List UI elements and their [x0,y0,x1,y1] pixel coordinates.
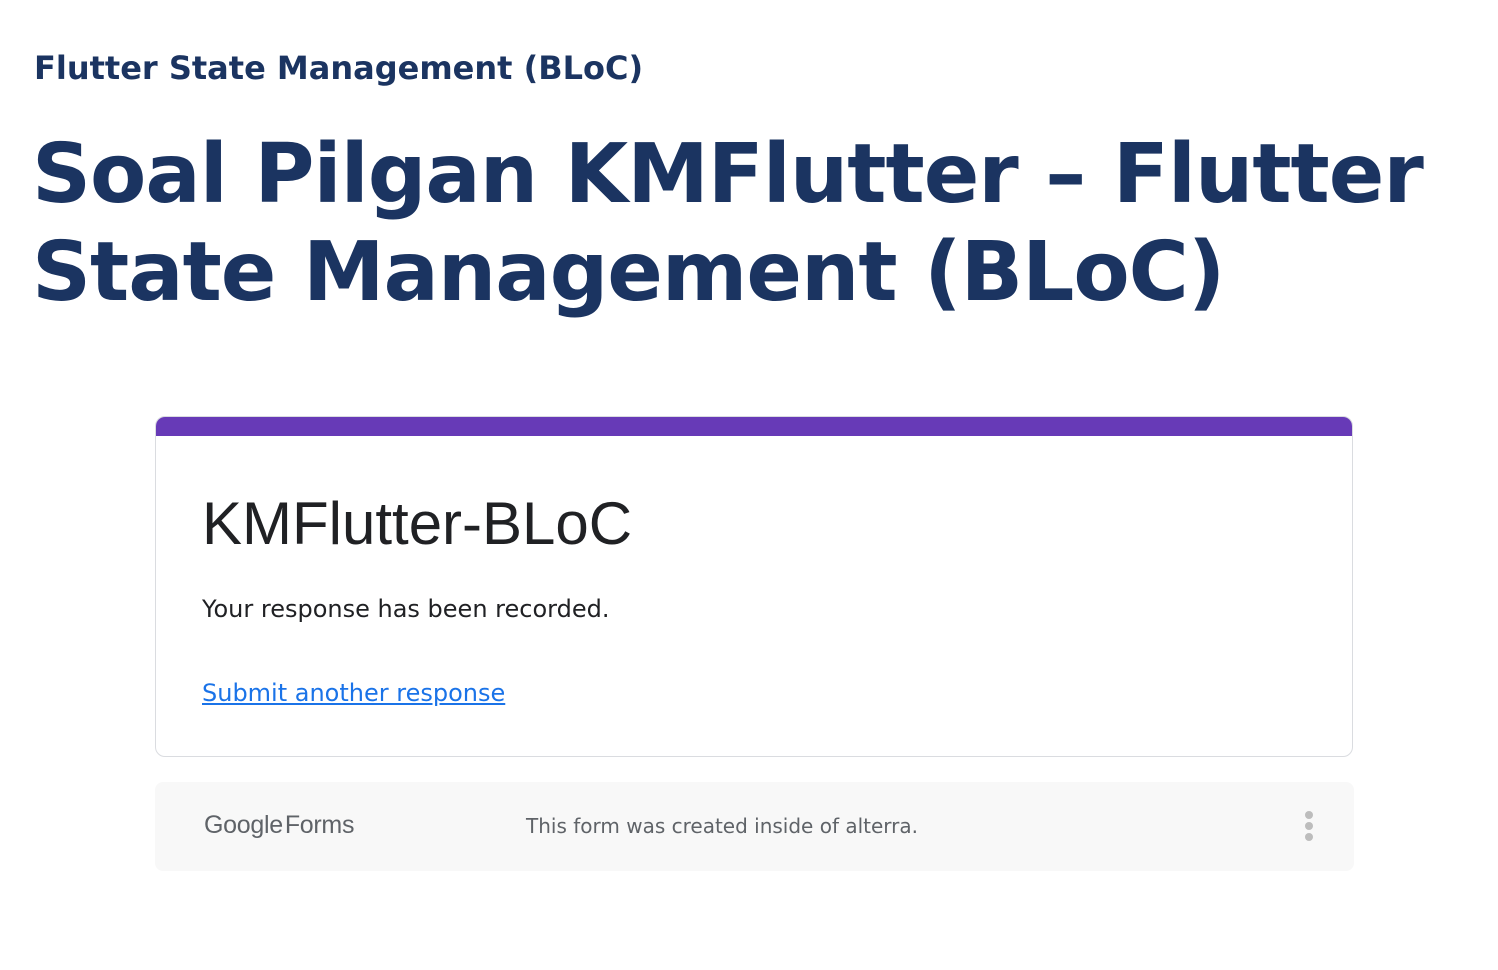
more-options-button[interactable] [1294,806,1324,846]
form-card: KMFlutter-BLoC Your response has been re… [155,416,1353,757]
footer-note: This form was created inside of alterra. [526,814,919,838]
form-accent-bar [156,417,1352,436]
form-confirmation-message: Your response has been recorded. [202,595,610,623]
forms-logo-text: Forms [284,811,355,839]
more-vert-icon [1305,811,1313,841]
form-footer: GoogleForms This form was created inside… [155,782,1354,871]
google-forms-logo[interactable]: GoogleForms [204,808,354,842]
form-title: KMFlutter-BLoC [202,490,633,557]
google-logo-text: Google [204,811,283,839]
breadcrumb: Flutter State Management (BLoC) [34,49,644,87]
submit-another-response-link[interactable]: Submit another response [202,677,505,709]
page-title: Soal Pilgan KMFlutter – Flutter State Ma… [32,127,1424,320]
